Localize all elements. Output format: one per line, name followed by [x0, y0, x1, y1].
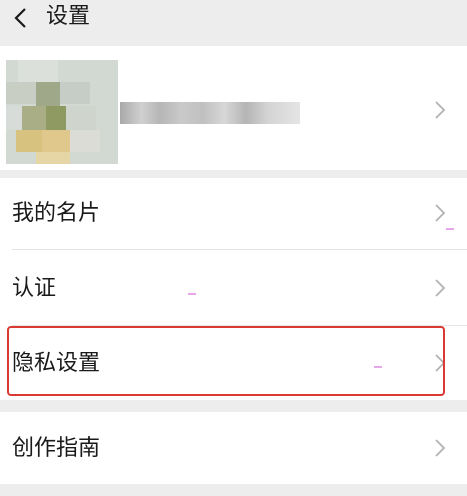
menu-item-privacy-settings[interactable]: 隐私设置: [0, 326, 467, 400]
profile-name-blurred: [120, 102, 300, 124]
back-icon[interactable]: [10, 6, 34, 30]
profile-row[interactable]: [0, 46, 467, 170]
menu-item-my-card[interactable]: 我的名片: [0, 178, 467, 250]
chevron-right-icon: [435, 354, 446, 372]
artifact-mark: [446, 228, 454, 230]
menu-item-label: 创作指南: [12, 436, 101, 461]
chevron-right-icon: [435, 439, 446, 457]
menu-item-creation-guide[interactable]: 创作指南: [0, 412, 467, 484]
section-gap: [0, 400, 467, 412]
chevron-right-icon: [435, 204, 446, 222]
menu-item-label: 我的名片: [12, 201, 101, 226]
avatar: [6, 60, 118, 164]
chevron-right-icon: [435, 101, 446, 119]
menu-item-label: 隐私设置: [12, 351, 101, 376]
page-title: 设置: [46, 4, 91, 29]
chevron-right-icon: [435, 279, 446, 297]
menu-item-label: 认证: [12, 276, 57, 301]
artifact-mark: [374, 366, 382, 368]
top-bar: 设置: [0, 0, 467, 46]
menu-item-certification[interactable]: 认证: [0, 250, 467, 326]
artifact-mark: [188, 293, 196, 295]
